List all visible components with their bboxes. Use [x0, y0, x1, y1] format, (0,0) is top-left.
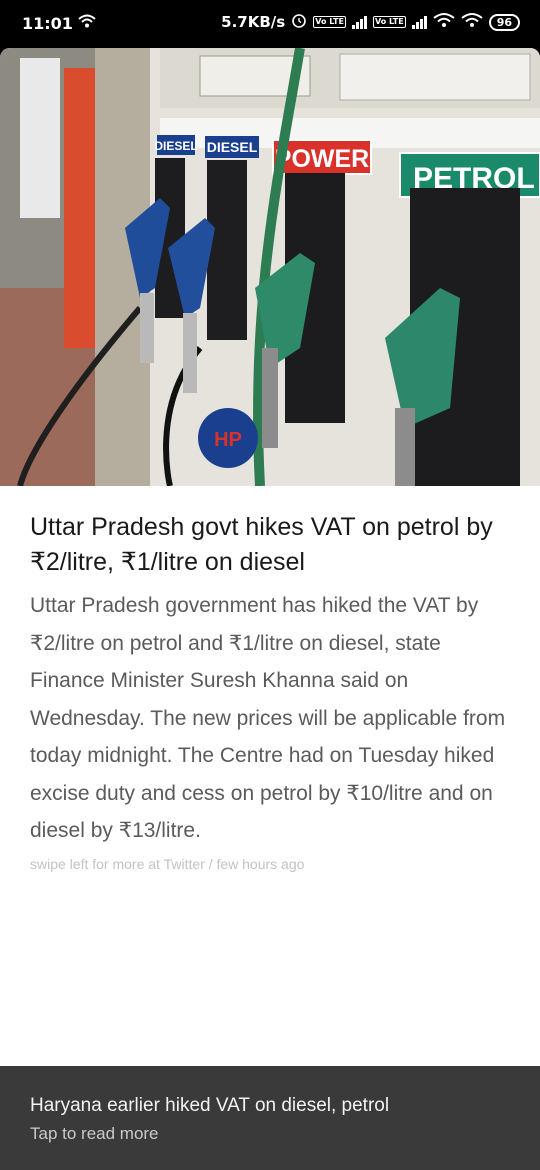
status-time: 11:01	[22, 14, 73, 33]
label-power: POWER	[275, 145, 369, 173]
network-speed: 5.7KB/s	[221, 13, 286, 31]
article-image: DIESEL DIESEL POWER PETROL HP	[0, 48, 540, 486]
wifi-icon	[433, 12, 455, 32]
wifi-hotspot-icon	[461, 12, 483, 32]
read-more-banner[interactable]: Haryana earlier hiked VAT on diesel, pet…	[0, 1066, 540, 1170]
wifi-icon	[78, 13, 96, 33]
tap-to-read-more[interactable]: Tap to read more	[30, 1124, 159, 1144]
status-right: 5.7KB/s Vo LTE Vo LTE 96	[221, 12, 520, 32]
status-bar: 11:01 5.7KB/s Vo LTE Vo LTE 96	[0, 0, 540, 48]
label-diesel-1: DIESEL	[154, 139, 197, 153]
alarm-icon	[291, 12, 307, 32]
volte-badge: Vo LTE	[313, 16, 346, 28]
footer-title: Haryana earlier hiked VAT on diesel, pet…	[30, 1095, 390, 1116]
battery-icon: 96	[488, 13, 520, 31]
article-summary: Uttar Pradesh government has hiked the V…	[30, 594, 506, 842]
volte-badge-2: Vo LTE	[372, 16, 406, 28]
signal-icon	[351, 15, 367, 29]
article-meta[interactable]: swipe left for more at Twitter / few hou…	[30, 856, 304, 872]
news-card[interactable]: DIESEL DIESEL POWER PETROL HP Uttar Prad…	[0, 48, 540, 1170]
svg-text:HP: HP	[214, 429, 242, 451]
label-diesel-2: DIESEL	[207, 139, 258, 155]
article-headline[interactable]: Uttar Pradesh govt hikes VAT on petrol b…	[30, 510, 520, 580]
signal-icon-2	[411, 15, 427, 29]
